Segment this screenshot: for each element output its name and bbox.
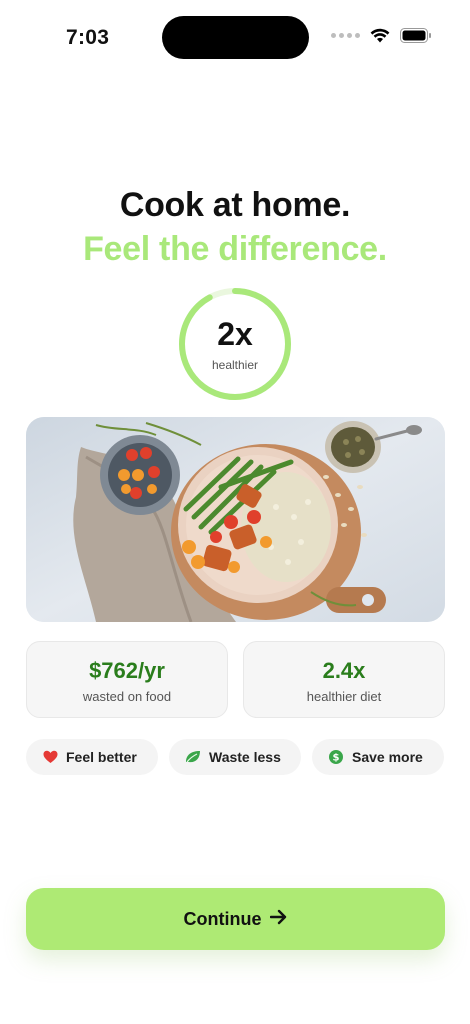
status-time: 7:03 (66, 26, 110, 49)
chip-feel-better: Feel better (26, 739, 158, 775)
battery-icon (400, 28, 431, 43)
stat-card-healthier: 2.4x healthier diet (243, 641, 445, 718)
ring-label: healthier (211, 358, 259, 372)
chip-label: Save more (352, 749, 423, 765)
dynamic-island (162, 16, 309, 59)
status-bar: 7:03 (0, 0, 470, 78)
cellular-signal-icon (331, 33, 360, 38)
chip-label: Waste less (209, 749, 281, 765)
leaf-icon (185, 749, 201, 765)
status-indicators (331, 28, 432, 43)
continue-label: Continue (183, 908, 262, 929)
stat-value: 2.4x (322, 658, 366, 683)
stat-label: healthier diet (306, 689, 382, 704)
chip-save-more: $ Save more (312, 739, 444, 775)
stat-value: $762/yr (89, 658, 165, 683)
hero-food-image (26, 417, 445, 622)
chip-waste-less: Waste less (169, 739, 301, 775)
stat-card-wasted: $762/yr wasted on food (26, 641, 228, 718)
heart-icon (42, 749, 58, 765)
svg-text:$: $ (333, 753, 340, 764)
arrow-right-icon (269, 908, 288, 931)
ring-value: 2x (217, 316, 253, 352)
continue-button[interactable]: Continue (26, 888, 445, 950)
healthier-ring: 2x healthier (177, 286, 293, 402)
wifi-icon (370, 28, 390, 43)
food-plate-illustration (26, 417, 445, 622)
stat-label: wasted on food (82, 689, 172, 704)
dollar-coin-icon: $ (328, 749, 344, 765)
chip-label: Feel better (66, 749, 137, 765)
page-subtitle: Feel the difference. (83, 230, 387, 268)
page-title: Cook at home. (119, 186, 351, 224)
